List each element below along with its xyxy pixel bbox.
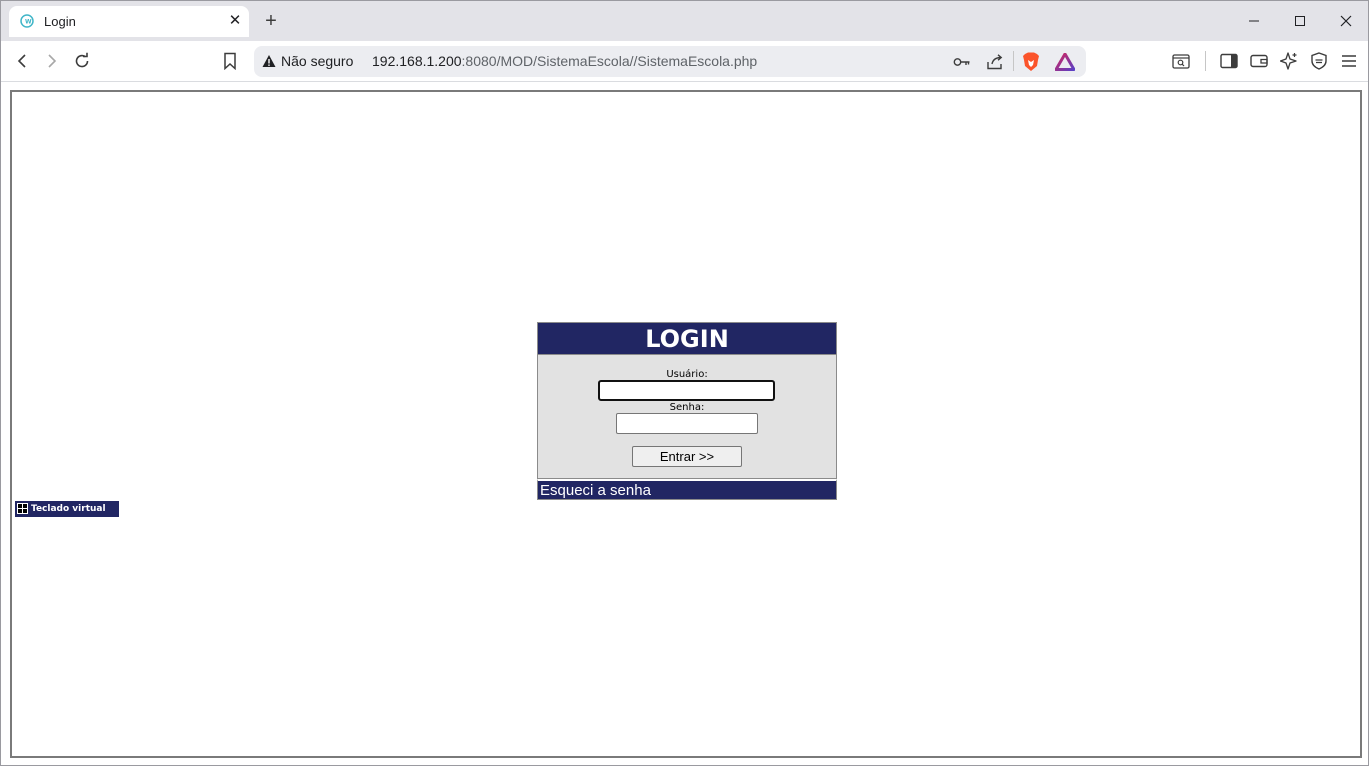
sparkle-icon: [1280, 52, 1297, 70]
leo-ai-button[interactable]: [1277, 49, 1301, 73]
tab-title: Login: [44, 14, 76, 29]
tab-login[interactable]: W Login ✕: [9, 6, 249, 37]
forward-arrow-icon: [48, 54, 57, 68]
login-form: Usuário: Senha: Entrar >>: [537, 354, 837, 479]
virtual-keyboard-toggle[interactable]: Teclado virtual: [15, 501, 119, 517]
key-icon: [953, 58, 970, 66]
new-tab-button[interactable]: +: [261, 11, 281, 31]
brave-shields-button[interactable]: [1020, 51, 1042, 73]
leo-search-button[interactable]: [1169, 49, 1193, 73]
login-submit-button[interactable]: Entrar >>: [632, 446, 742, 467]
brave-lion-icon: [1023, 52, 1039, 71]
close-icon: [1340, 15, 1352, 27]
sidebar-button[interactable]: [1217, 49, 1241, 73]
share-button[interactable]: [984, 51, 1006, 73]
svg-text:W: W: [25, 19, 32, 26]
close-window-button[interactable]: [1334, 9, 1358, 33]
share-icon: [987, 54, 1003, 70]
reload-icon: [75, 52, 89, 68]
username-label: Usuário:: [666, 369, 708, 380]
keyboard-grid-icon: [17, 503, 28, 514]
warning-icon[interactable]: [262, 54, 276, 68]
back-arrow-icon: [17, 54, 26, 68]
security-status-label[interactable]: Não seguro: [281, 53, 353, 69]
wallet-icon: [1250, 54, 1268, 68]
rewards-triangle-icon: [1055, 53, 1075, 71]
minimize-button[interactable]: [1242, 9, 1266, 33]
bookmark-button[interactable]: [218, 49, 242, 73]
minimize-icon: [1249, 20, 1259, 22]
url-text[interactable]: 192.168.1.200:8080/MOD/SistemaEscola//Si…: [372, 53, 757, 69]
password-input[interactable]: [616, 413, 758, 434]
address-bar[interactable]: Não seguro 192.168.1.200:8080/MOD/Sistem…: [254, 46, 1086, 77]
sidebar-icon: [1220, 53, 1238, 69]
search-tab-icon: [1172, 54, 1190, 69]
site-favicon-icon: W: [20, 14, 34, 28]
separator: [1205, 51, 1206, 71]
wallet-button[interactable]: [1247, 49, 1271, 73]
tab-close-icon[interactable]: ✕: [226, 12, 244, 30]
password-label: Senha:: [669, 402, 705, 413]
hamburger-menu-icon: [1342, 55, 1356, 67]
login-title: LOGIN: [537, 322, 837, 354]
vpn-button[interactable]: [1307, 49, 1331, 73]
reload-button[interactable]: [70, 49, 94, 73]
password-key-button[interactable]: [951, 51, 973, 73]
tab-strip: W Login ✕ +: [1, 1, 1368, 41]
forgot-password-link[interactable]: Esqueci a senha: [537, 479, 837, 500]
bookmark-icon: [224, 52, 236, 70]
browser-window: W Login ✕ + Não seguro 192.168.1.200:808…: [0, 0, 1369, 766]
url-host: 192.168.1.200: [372, 53, 462, 69]
username-input[interactable]: [598, 380, 775, 401]
shield-icon: [1311, 52, 1327, 70]
page-content: LOGIN Usuário: Senha: Entrar >> Esqueci …: [10, 90, 1362, 758]
maximize-icon: [1295, 16, 1305, 26]
browser-toolbar: Não seguro 192.168.1.200:8080/MOD/Sistem…: [1, 41, 1368, 82]
forward-button[interactable]: [40, 49, 64, 73]
maximize-button[interactable]: [1288, 9, 1312, 33]
url-path: :8080/MOD/SistemaEscola//SistemaEscola.p…: [461, 53, 758, 69]
virtual-keyboard-label: Teclado virtual: [31, 504, 106, 514]
brave-rewards-button[interactable]: [1054, 51, 1076, 73]
separator: [1013, 51, 1014, 71]
menu-button[interactable]: [1337, 49, 1361, 73]
login-panel: LOGIN Usuário: Senha: Entrar >> Esqueci …: [537, 322, 837, 500]
back-button[interactable]: [10, 49, 34, 73]
